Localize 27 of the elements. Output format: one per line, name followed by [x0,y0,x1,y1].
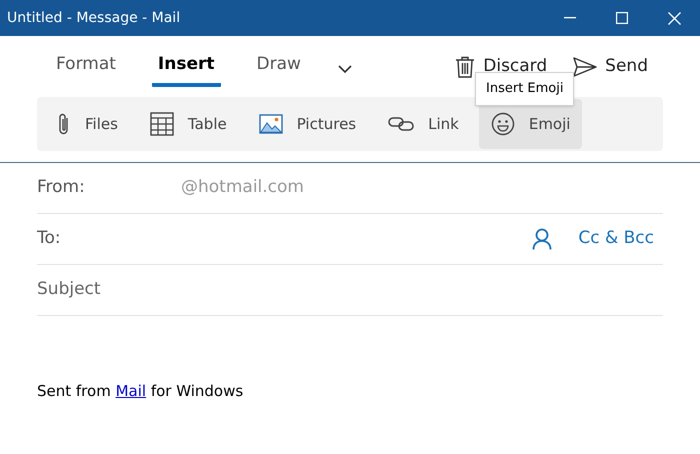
trash-icon [455,56,476,78]
minimize-icon [564,17,576,19]
picture-icon [258,114,283,134]
send-icon [573,56,598,76]
toolbar-button[interactable]: Files [45,99,130,149]
ribbon-tab[interactable]: Insert [152,46,221,88]
toolbar-button[interactable]: Pictures [246,99,368,149]
table-icon [150,112,174,136]
ribbon-tab[interactable]: Format [50,46,122,88]
subject-field[interactable]: Subject [37,277,663,303]
field-label: From: [37,176,86,200]
cc-bcc-button[interactable]: Cc & Bcc [578,226,654,252]
mail-link[interactable]: Mail [116,382,146,400]
toolbar-button[interactable]: Table [138,99,239,149]
contact-icon[interactable] [532,228,552,250]
toolbar-button[interactable]: Link [376,99,471,149]
chevron-down-icon [338,65,352,74]
signature-text: Sent from Mail for Windows [37,381,244,402]
ribbon-tab[interactable]: Draw [250,46,307,88]
field-label: To: [37,227,62,250]
smiley-icon [490,112,515,136]
tooltip: Insert Emoji [475,72,574,106]
link-icon [388,116,414,132]
send-button[interactable]: Send [573,54,648,80]
window-title: Untitled - Message - Mail [6,8,182,28]
close-icon [668,12,680,24]
maximize-icon [616,12,628,24]
